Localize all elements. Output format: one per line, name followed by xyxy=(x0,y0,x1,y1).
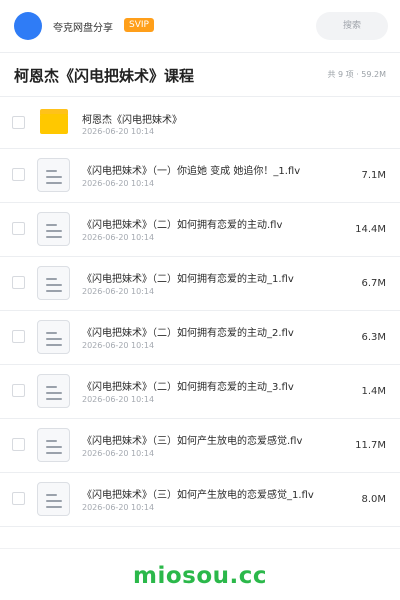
item-date: 2026-06-20 10:14 xyxy=(82,287,155,296)
list-item-folder[interactable]: 柯恩杰《闪电把妹术》 2026-06-20 10:14 xyxy=(0,97,400,149)
item-date: 2026-06-20 10:14 xyxy=(82,341,155,350)
item-name: 《闪电把妹术》（三）如何产生放电的恋爱感觉_1.flv xyxy=(82,490,314,501)
select-checkbox[interactable] xyxy=(12,492,25,505)
folder-icon xyxy=(40,109,68,134)
item-size: 8.0M xyxy=(361,494,386,505)
item-size: 6.3M xyxy=(361,332,386,343)
item-count-meta: 共 9 项 · 59.2M xyxy=(327,70,386,79)
header-divider xyxy=(0,52,400,53)
page-title: 柯恩杰《闪电把妹术》课程 xyxy=(14,67,195,85)
select-checkbox[interactable] xyxy=(12,222,25,235)
footer-divider xyxy=(0,548,400,549)
item-name: 《闪电把妹术》（二）如何拥有恋爱的主动.flv xyxy=(82,220,283,231)
item-size: 6.7M xyxy=(361,278,386,289)
item-name: 《闪电把妹术》（二）如何拥有恋爱的主动_1.flv xyxy=(82,274,294,285)
item-size: 7.1M xyxy=(361,170,386,181)
app-name: 夸克网盘分享 xyxy=(53,23,113,34)
list-item-file[interactable]: 《闪电把妹术》（二）如何拥有恋爱的主动_2.flv 2026-06-20 10:… xyxy=(0,311,400,365)
select-checkbox[interactable] xyxy=(12,276,25,289)
document-icon xyxy=(37,482,70,516)
item-date: 2026-06-20 10:14 xyxy=(82,449,155,458)
svip-badge: SVIP xyxy=(124,18,154,32)
item-size: 1.4M xyxy=(361,386,386,397)
document-icon xyxy=(37,158,70,192)
list-item-file[interactable]: 《闪电把妹术》（二）如何拥有恋爱的主动_3.flv 2026-06-20 10:… xyxy=(0,365,400,419)
list-item-file[interactable]: 《闪电把妹术》（三）如何产生放电的恋爱感觉.flv 2026-06-20 10:… xyxy=(0,419,400,473)
select-checkbox[interactable] xyxy=(12,116,25,129)
item-date: 2026-06-20 10:14 xyxy=(82,395,155,404)
document-icon xyxy=(37,374,70,408)
item-name: 柯恩杰《闪电把妹术》 xyxy=(82,115,182,126)
document-icon xyxy=(37,266,70,300)
item-size: 14.4M xyxy=(355,224,386,235)
item-date: 2026-06-20 10:14 xyxy=(82,503,155,512)
item-name: 《闪电把妹术》（二）如何拥有恋爱的主动_3.flv xyxy=(82,382,294,393)
top-bar: 夸克网盘分享 SVIP 搜索 xyxy=(0,0,400,52)
search-input[interactable]: 搜索 xyxy=(316,12,388,40)
item-size: 11.7M xyxy=(355,440,386,451)
document-icon xyxy=(37,320,70,354)
select-checkbox[interactable] xyxy=(12,384,25,397)
document-icon xyxy=(37,212,70,246)
item-date: 2026-06-20 10:14 xyxy=(82,179,155,188)
select-checkbox[interactable] xyxy=(12,438,25,451)
item-name: 《闪电把妹术》（一）你追她 变成 她追你！_1.flv xyxy=(82,166,301,177)
item-date: 2026-06-20 10:14 xyxy=(82,233,155,242)
document-icon xyxy=(37,428,70,462)
list-item-file[interactable]: 《闪电把妹术》（二）如何拥有恋爱的主动_1.flv 2026-06-20 10:… xyxy=(0,257,400,311)
select-checkbox[interactable] xyxy=(12,168,25,181)
item-date: 2026-06-20 10:14 xyxy=(82,127,155,136)
file-list: 柯恩杰《闪电把妹术》 2026-06-20 10:14 《闪电把妹术》（一）你追… xyxy=(0,97,400,527)
list-item-file[interactable]: 《闪电把妹术》（二）如何拥有恋爱的主动.flv 2026-06-20 10:14… xyxy=(0,203,400,257)
user-avatar[interactable] xyxy=(14,12,42,40)
item-name: 《闪电把妹术》（三）如何产生放电的恋爱感觉.flv xyxy=(82,436,303,447)
list-item-file[interactable]: 《闪电把妹术》（一）你追她 变成 她追你！_1.flv 2026-06-20 1… xyxy=(0,149,400,203)
watermark-text: miosou.cc xyxy=(132,563,268,589)
select-checkbox[interactable] xyxy=(12,330,25,343)
item-name: 《闪电把妹术》（二）如何拥有恋爱的主动_2.flv xyxy=(82,328,294,339)
list-item-file[interactable]: 《闪电把妹术》（三）如何产生放电的恋爱感觉_1.flv 2026-06-20 1… xyxy=(0,473,400,527)
